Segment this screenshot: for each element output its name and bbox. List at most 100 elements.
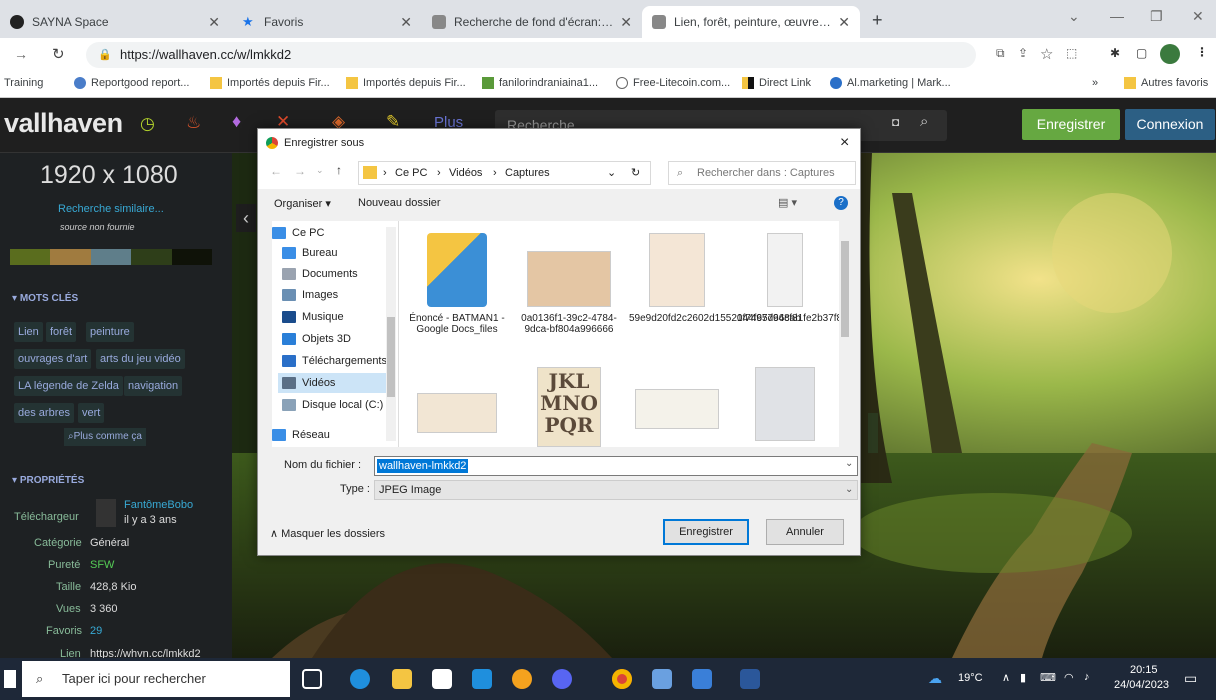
other-bookmarks[interactable]: Autres favoris xyxy=(1124,77,1208,89)
notification-icon[interactable]: ▭ xyxy=(1184,670,1197,687)
task-view-icon[interactable] xyxy=(302,669,322,689)
file-item[interactable]: Énoncé - BATMAN1 - Google Docs_files xyxy=(409,233,505,335)
forward-icon[interactable]: → xyxy=(294,164,306,178)
minimize-icon[interactable]: — xyxy=(1110,8,1124,24)
menu-icon[interactable]: ⋮ xyxy=(1196,45,1208,59)
palette-swatch[interactable] xyxy=(50,249,91,265)
search-icon[interactable]: ⌕ xyxy=(920,113,928,130)
discord-icon[interactable] xyxy=(552,669,572,689)
tag-chip[interactable]: arts du jeu vidéo xyxy=(96,349,185,369)
tree-item-bureau[interactable]: Bureau xyxy=(282,243,337,263)
site-logo[interactable]: vallhaven xyxy=(4,108,123,139)
palette-swatch[interactable] xyxy=(90,249,132,265)
bookmarks-more-button[interactable]: » xyxy=(1092,77,1098,89)
up-icon[interactable]: ↑ xyxy=(336,163,342,177)
word-icon[interactable] xyxy=(740,669,760,689)
store-icon[interactable] xyxy=(432,669,452,689)
refresh-icon[interactable]: ↻ xyxy=(631,162,640,184)
reload-icon[interactable]: ↻ xyxy=(52,45,65,63)
login-button[interactable]: Connexion xyxy=(1125,109,1215,140)
file-item[interactable] xyxy=(737,367,833,447)
breadcrumb-item[interactable]: Captures xyxy=(505,162,550,184)
close-window-icon[interactable]: ✕ xyxy=(1192,8,1204,25)
fire-icon[interactable]: ♨ xyxy=(186,113,201,133)
files-scrollbar[interactable] xyxy=(839,221,850,447)
tag-chip[interactable]: peinture xyxy=(86,322,134,342)
tag-chip[interactable]: Lien xyxy=(14,322,43,342)
tree-item-documents[interactable]: Documents xyxy=(282,264,358,284)
sidepanel-icon[interactable]: ▢ xyxy=(1136,46,1147,60)
breadcrumb-item[interactable]: Vidéos xyxy=(449,162,482,184)
chevron-down-icon[interactable]: ⌄ xyxy=(316,165,324,176)
back-icon[interactable]: ← xyxy=(270,164,282,178)
dialog-close-button[interactable]: × xyxy=(840,129,849,157)
bookmark-item[interactable]: Training xyxy=(4,77,43,89)
palette-swatch[interactable] xyxy=(171,249,213,265)
new-folder-button[interactable]: Nouveau dossier xyxy=(358,197,441,209)
battery-icon[interactable]: ▮ xyxy=(1020,671,1026,684)
tree-item-videos[interactable]: Vidéos xyxy=(278,373,390,393)
tree-item-objets3d[interactable]: Objets 3D xyxy=(282,329,351,349)
file-item[interactable]: 59e9d20fd2c2602d15520f74977948ab xyxy=(629,233,801,324)
url-input[interactable]: 🔒 https://wallhaven.cc/w/lmkkd2 xyxy=(86,42,976,68)
weather-icon[interactable]: ☁ xyxy=(928,670,942,687)
tree-item-images[interactable]: Images xyxy=(282,285,338,305)
uploader-avatar[interactable] xyxy=(96,499,116,527)
app-icon[interactable] xyxy=(652,669,672,689)
bookmark-item[interactable]: Importés depuis Fir... xyxy=(346,77,466,89)
help-icon[interactable]: ? xyxy=(834,196,848,210)
tag-chip[interactable]: LA légende de Zelda xyxy=(14,376,123,396)
bookmark-item[interactable]: Reportgood report... xyxy=(74,77,189,89)
chevron-down-icon[interactable]: ⌄ xyxy=(845,481,853,499)
file-item[interactable] xyxy=(409,379,505,439)
clock-icon[interactable]: ◷ xyxy=(140,114,155,134)
dialog-save-button[interactable]: Enregistrer xyxy=(663,519,749,545)
file-item[interactable]: 144f65d66cf81fe2b37f8917ca5dd764 xyxy=(737,233,850,324)
bookmark-item[interactable]: Free-Litecoin.com... xyxy=(616,77,730,89)
gem-icon[interactable]: ♦ xyxy=(232,111,241,132)
edge-icon[interactable] xyxy=(350,669,370,689)
file-explorer-icon[interactable] xyxy=(392,669,412,689)
file-item[interactable]: JKL MNO PQR xyxy=(521,367,617,447)
breadcrumb[interactable]: › Ce PC › Vidéos › Captures ⌄ ↻ xyxy=(358,161,651,185)
palette-swatch[interactable] xyxy=(10,249,51,265)
camera-icon[interactable]: ◘ xyxy=(892,115,899,129)
windows-start-icon[interactable] xyxy=(4,670,16,688)
tag-chip[interactable]: vert xyxy=(78,403,105,423)
tag-chip[interactable]: forêt xyxy=(46,322,77,342)
tab-active-wallpaper[interactable]: Lien, forêt, peinture, œuvres d'ar ✕ xyxy=(642,6,860,38)
clock-time[interactable]: 20:15 xyxy=(1130,664,1158,676)
tree-item-musique[interactable]: Musique xyxy=(282,307,344,327)
file-item[interactable]: 0a0136f1-39c2-4784-9dca-bf804a996666 xyxy=(521,233,617,335)
breadcrumb-item[interactable]: Ce PC xyxy=(395,162,427,184)
palette-swatch[interactable] xyxy=(131,249,172,265)
dialog-cancel-button[interactable]: Annuler xyxy=(766,519,844,545)
hide-folders-toggle[interactable]: ∧ Masquer les dossiers xyxy=(270,527,385,540)
chrome-icon[interactable] xyxy=(612,669,632,689)
tree-scrollbar-thumb[interactable] xyxy=(387,317,395,397)
chevron-down-icon[interactable]: ⌄ xyxy=(845,458,853,469)
files-scrollbar-thumb[interactable] xyxy=(841,241,849,337)
resolution-label[interactable]: 1920 x 1080 xyxy=(40,161,178,190)
tab-favoris[interactable]: ★ Favoris ✕ xyxy=(232,6,422,38)
app-icon[interactable] xyxy=(692,669,712,689)
close-icon[interactable]: ✕ xyxy=(400,14,412,31)
weather-temp[interactable]: 19°C xyxy=(958,672,983,684)
similar-search-link[interactable]: Recherche similaire... xyxy=(58,203,164,215)
filetype-select[interactable]: JPEG Image ⌄ xyxy=(374,480,858,500)
view-options-icon[interactable]: ▤ ▾ xyxy=(778,196,797,209)
taskbar-search[interactable]: ⌕ Taper ici pour rechercher xyxy=(22,661,290,697)
tree-item-ce-pc[interactable]: Ce PC xyxy=(272,223,324,243)
register-button[interactable]: Enregistrer xyxy=(1022,109,1120,140)
bookmark-item[interactable]: Al.marketing | Mark... xyxy=(830,77,951,89)
filename-input[interactable]: wallhaven-lmkkd2 ⌄ xyxy=(374,456,858,476)
tree-item-disque-c[interactable]: Disque local (C:) xyxy=(282,395,383,415)
close-icon[interactable]: ✕ xyxy=(620,14,632,31)
close-icon[interactable]: ✕ xyxy=(838,14,850,31)
clock-date[interactable]: 24/04/2023 xyxy=(1114,679,1169,691)
tree-item-reseau[interactable]: Réseau xyxy=(272,425,330,445)
tag-chip[interactable]: navigation xyxy=(124,376,183,396)
keyboard-icon[interactable]: ⌨ xyxy=(1040,671,1056,684)
dialog-search-input[interactable]: ⌕ Rechercher dans : Captures xyxy=(668,161,856,185)
close-icon[interactable]: ✕ xyxy=(208,14,220,31)
